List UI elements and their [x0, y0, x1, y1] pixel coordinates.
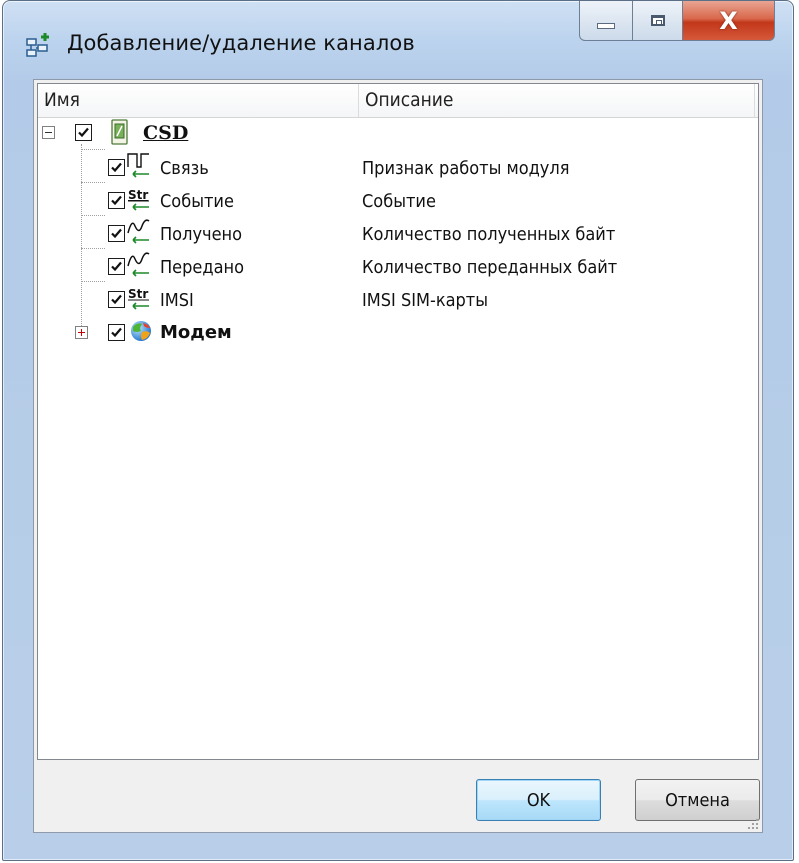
channel-checkbox[interactable] — [108, 225, 125, 242]
node-name: Получено — [160, 224, 243, 245]
csd-checkbox[interactable] — [75, 124, 92, 141]
string-channel-icon: Str — [127, 184, 151, 212]
node-description: Событие — [362, 191, 436, 212]
close-button[interactable]: X — [683, 1, 775, 41]
minimize-icon — [597, 22, 615, 29]
string-channel-icon: Str — [127, 283, 151, 311]
tree-node-channel[interactable]: Связь Признак работы модуля — [38, 153, 758, 186]
modem-globe-icon — [129, 319, 153, 347]
channel-checkbox[interactable] — [108, 291, 125, 308]
svg-text:Str: Str — [128, 287, 148, 301]
node-description: Количество переданных байт — [362, 257, 618, 278]
column-header-description[interactable]: Описание — [359, 84, 755, 117]
channel-checkbox[interactable] — [108, 192, 125, 209]
expand-toggle[interactable] — [75, 326, 88, 339]
analog-wave-icon — [127, 217, 151, 245]
maximize-icon — [650, 15, 665, 26]
tree-node-channel[interactable]: Получено Количество полученных байт — [38, 219, 758, 252]
module-icon — [108, 118, 132, 146]
node-name: Событие — [160, 191, 234, 212]
minimize-button[interactable] — [579, 1, 633, 41]
close-icon: X — [719, 6, 738, 35]
node-name: IMSI — [160, 290, 194, 311]
ok-button[interactable]: OK — [476, 779, 601, 821]
svg-text:Str: Str — [128, 188, 148, 202]
column-header-row: Имя Описание — [38, 84, 758, 118]
node-description: Количество полученных байт — [362, 224, 616, 245]
node-name: CSD — [143, 122, 189, 144]
channels-tree-icon — [25, 31, 55, 61]
node-description: IMSI SIM-карты — [362, 290, 489, 311]
dialog-window: Добавление/удаление каналов X Имя Описан… — [2, 0, 794, 861]
tree-node-channel[interactable]: Str IMSI IMSI SIM-карты — [38, 285, 758, 318]
column-header-filler — [755, 84, 758, 117]
channels-tree-list[interactable]: Имя Описание CSD Связь Признак работы мо… — [37, 83, 759, 760]
column-header-name[interactable]: Имя — [38, 84, 359, 117]
cancel-button[interactable]: Отмена — [635, 779, 760, 821]
window-title: Добавление/удаление каналов — [67, 31, 415, 55]
analog-wave-icon — [127, 250, 151, 278]
title-bar[interactable]: Добавление/удаление каналов X — [3, 1, 793, 79]
node-name: Связь — [160, 158, 209, 179]
maximize-button[interactable] — [633, 1, 683, 41]
square-wave-icon — [127, 151, 151, 179]
node-description: Признак работы модуля — [362, 158, 570, 179]
tree-node-modem[interactable]: Модем — [38, 318, 758, 351]
tree-node-csd[interactable]: CSD — [38, 118, 758, 153]
caption-buttons: X — [579, 1, 775, 43]
dialog-client-area: Имя Описание CSD Связь Признак работы мо… — [33, 79, 763, 833]
node-name: Передано — [160, 257, 245, 278]
modem-checkbox[interactable] — [108, 324, 125, 341]
tree-node-channel[interactable]: Передано Количество переданных байт — [38, 252, 758, 285]
channel-checkbox[interactable] — [108, 258, 125, 275]
size-grip-icon[interactable] — [745, 815, 759, 829]
tree-node-channel[interactable]: Str Событие Событие — [38, 186, 758, 219]
collapse-toggle[interactable] — [42, 126, 55, 139]
node-name: Модем — [160, 322, 232, 343]
channel-checkbox[interactable] — [108, 159, 125, 176]
